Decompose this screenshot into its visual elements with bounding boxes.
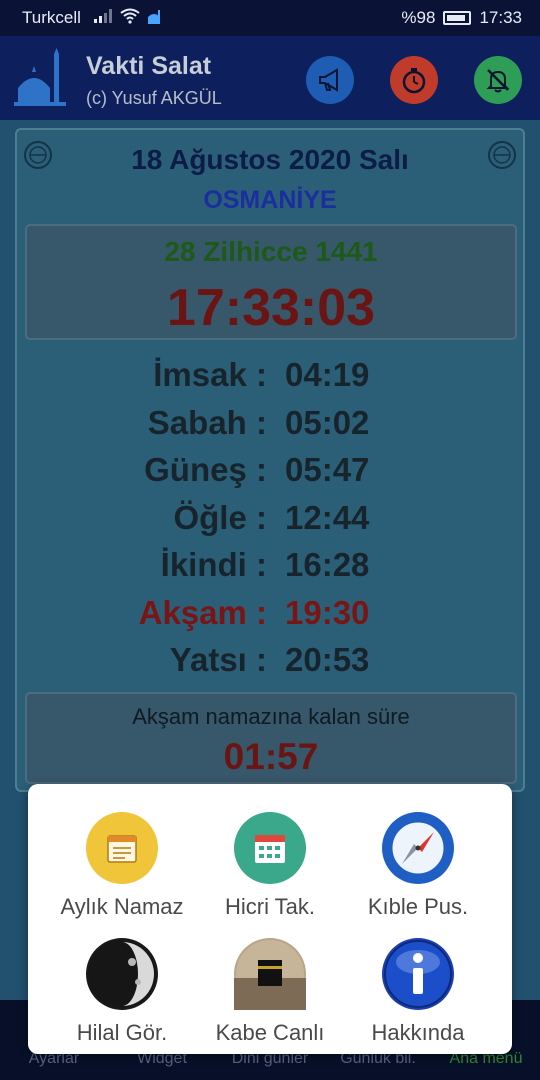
moon-icon: [86, 938, 158, 1010]
mosque-notification-icon: [148, 10, 160, 24]
status-time: 17:33: [479, 8, 522, 27]
wifi-icon: [120, 8, 140, 24]
kaaba-icon: [234, 938, 306, 1010]
menu-crescent-sighting[interactable]: Hilal Gör.: [42, 938, 202, 1058]
timer-button[interactable]: [390, 56, 438, 104]
mute-notifications-button[interactable]: [474, 56, 522, 104]
mosque-logo-icon: [14, 48, 66, 106]
calendar-icon: [234, 812, 306, 884]
battery-icon: [443, 11, 472, 25]
menu-qibla-compass[interactable]: Kıble Pus.: [338, 812, 498, 932]
menu-about[interactable]: Hakkında: [338, 938, 498, 1058]
remaining-time-panel: Akşam namazına kalan süre 01:57: [25, 692, 517, 784]
prayer-name: İmsak :: [153, 356, 267, 393]
prayer-time: 05:47: [285, 451, 370, 488]
status-bar: Turkcell %98 17:33: [0, 0, 540, 36]
calendar-note-icon: [86, 812, 158, 884]
current-time: 17:33:03: [166, 279, 376, 337]
clock-panel: 28 Zilhicce 1441 17:33:03: [25, 224, 517, 340]
app-bar: Vakti Salat (c) Yusuf AKGÜL: [0, 36, 540, 120]
prayer-row-gunes: Güneş : 05:47: [17, 447, 523, 495]
prayer-row-yatsi: Yatsı : 20:53: [17, 637, 523, 685]
prayer-time: 05:02: [285, 403, 370, 441]
megaphone-icon: [319, 68, 338, 92]
signal-icon: [94, 9, 112, 23]
carrier-name: Turkcell: [22, 8, 81, 27]
gregorian-date: 18 Ağustos 2020 Salı: [131, 144, 409, 175]
app-subtitle: (c) Yusuf AKGÜL: [86, 88, 222, 108]
hijri-date: 28 Zilhicce 1441: [164, 236, 378, 267]
battery-percent: %98: [401, 8, 436, 27]
prayer-time: 04:19: [285, 356, 370, 393]
prayer-name: İkindi :: [160, 546, 267, 583]
prayer-name: Yatsı :: [169, 641, 267, 678]
prayer-name: Güneş :: [144, 451, 267, 488]
stopwatch-icon: [402, 68, 426, 94]
menu-label: Hakkında: [371, 1020, 465, 1045]
menu-kaaba-live[interactable]: Kabe Canlı: [190, 938, 350, 1058]
remaining-time-label: Akşam namazına kalan süre: [132, 704, 410, 729]
remaining-time-value: 01:57: [223, 736, 319, 777]
prayer-row-aksam: Akşam : 19:30: [17, 590, 523, 638]
menu-label: Kıble Pus.: [367, 894, 469, 919]
prayer-time: 12:44: [285, 498, 370, 536]
prayer-name: Sabah :: [147, 403, 267, 441]
prayer-times-list: İmsak : 04:19 Sabah : 05:02 Güneş : 05:4…: [17, 352, 523, 685]
prayer-name: Öğle :: [173, 498, 267, 536]
compass-icon: [382, 812, 454, 884]
announcement-button[interactable]: [306, 56, 354, 104]
prayer-time: 16:28: [285, 546, 370, 583]
city-name[interactable]: OSMANİYE: [17, 186, 523, 215]
prayer-time: 19:30: [285, 593, 370, 631]
prayer-time: 20:53: [285, 641, 370, 678]
prayer-row-ogle: Öğle : 12:44: [17, 495, 523, 543]
prayer-row-sabah: Sabah : 05:02: [17, 400, 523, 448]
info-icon: [382, 938, 454, 1010]
menu-monthly-prayer[interactable]: Aylık Namaz: [42, 812, 202, 932]
prayer-row-imsak: İmsak : 04:19: [17, 352, 523, 400]
prayer-name: Akşam :: [138, 593, 267, 631]
menu-hijri-calendar[interactable]: Hicri Tak.: [190, 812, 350, 932]
prayer-row-ikindi: İkindi : 16:28: [17, 542, 523, 590]
prayer-times-card: 18 Ağustos 2020 Salı OSMANİYE 28 Zilhicc…: [15, 128, 525, 792]
main-menu-sheet: Aylık Namaz Hicri Tak. Kıble Pus. Hilal …: [28, 784, 512, 1054]
bell-off-icon: [486, 69, 510, 93]
app-title: Vakti Salat: [86, 52, 212, 80]
